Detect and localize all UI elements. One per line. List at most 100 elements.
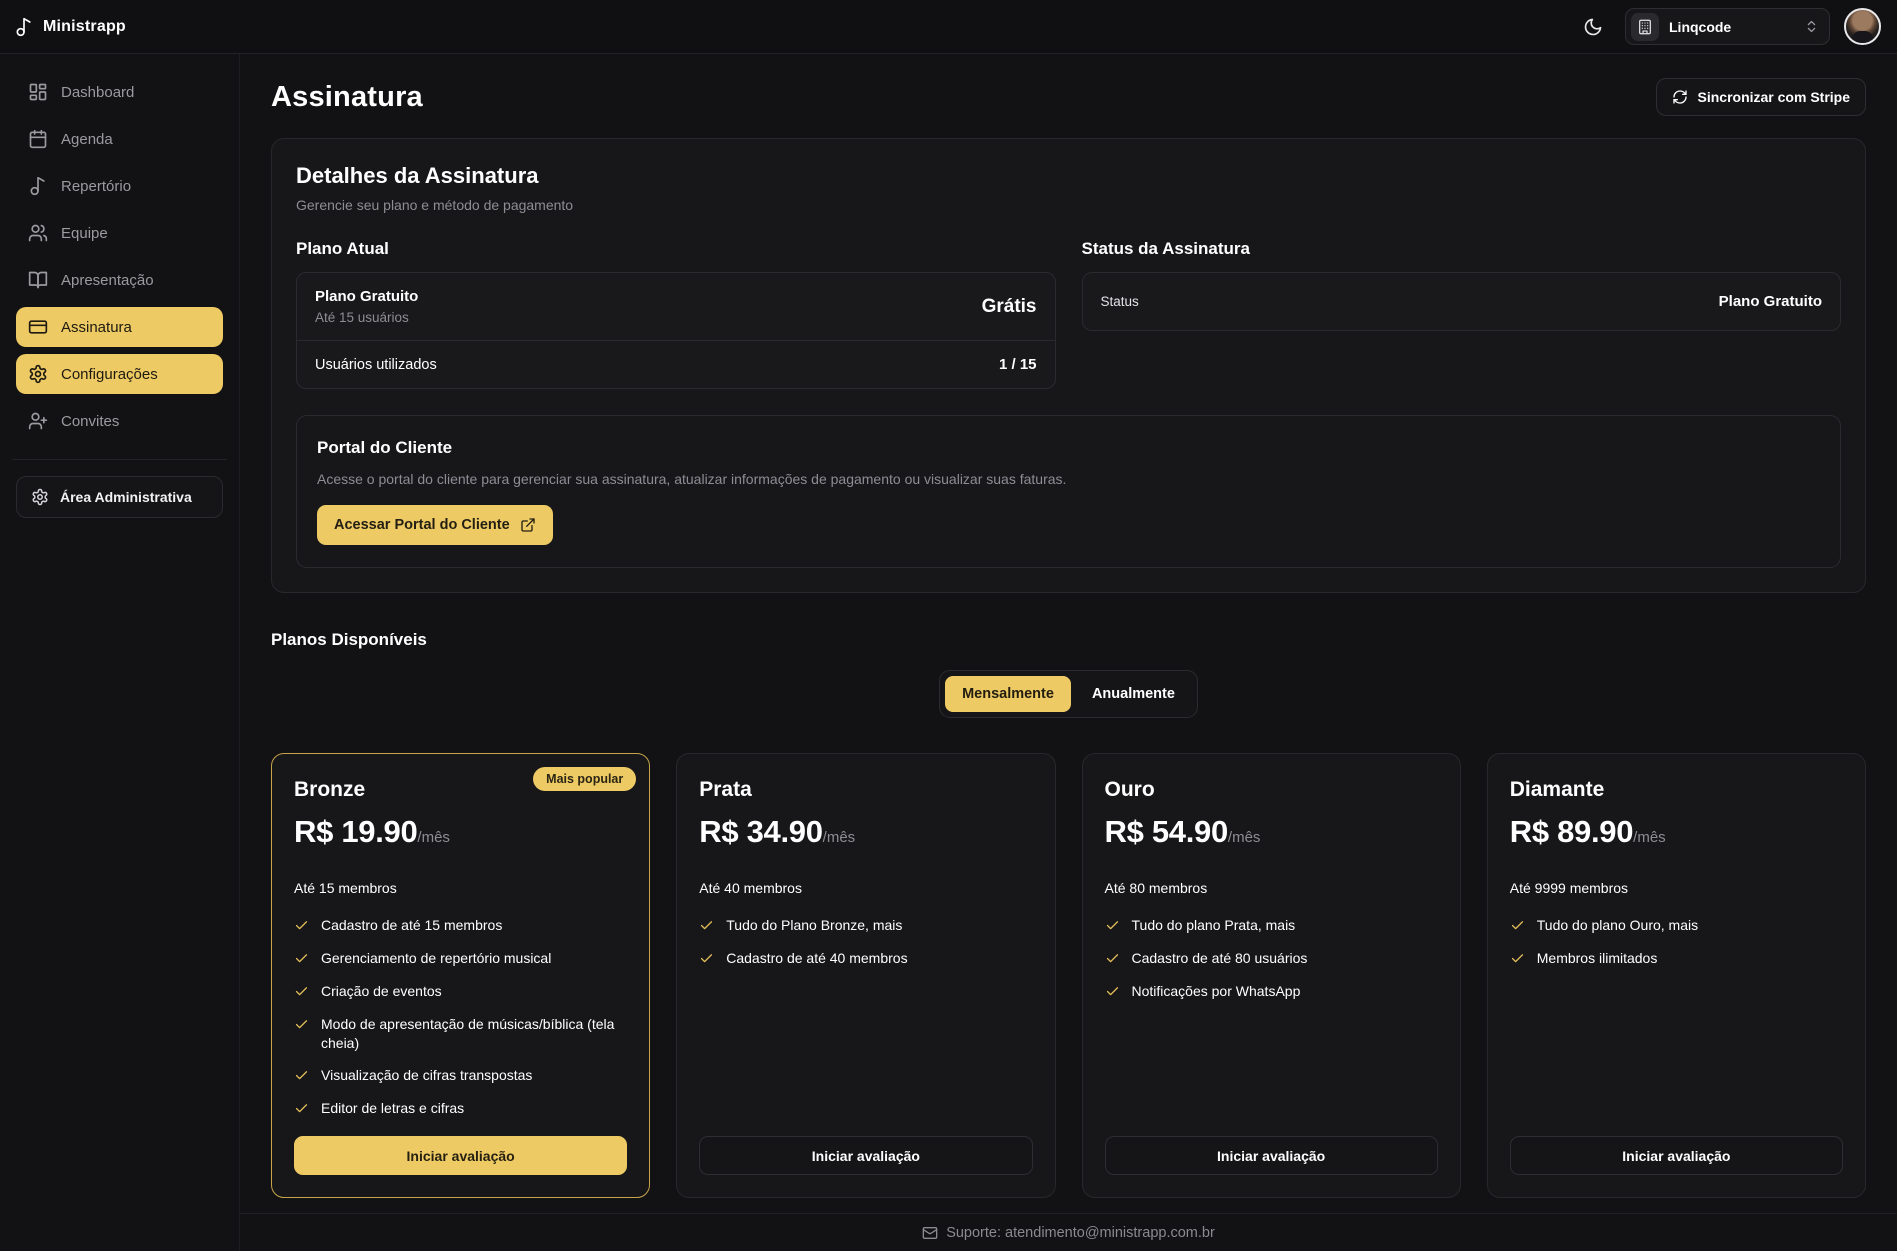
organization-name: Linqcode — [1669, 19, 1794, 35]
music-note-icon — [28, 176, 48, 196]
subscription-details-card: Detalhes da Assinatura Gerencie seu plan… — [271, 138, 1866, 593]
feature-item: Gerenciamento de repertório musical — [294, 949, 627, 968]
toggle-monthly-button[interactable]: Mensalmente — [945, 676, 1071, 712]
status-value: Plano Gratuito — [1719, 293, 1822, 310]
plan-period: /mês — [417, 829, 450, 846]
main-content: Assinatura Sincronizar com Stripe Detalh… — [240, 54, 1897, 1213]
gear-icon — [31, 488, 49, 506]
sidebar-item-agenda[interactable]: Agenda — [16, 119, 223, 159]
sidebar-item-label: Agenda — [61, 131, 113, 148]
plan-name: Diamante — [1510, 778, 1843, 802]
toggle-yearly-button[interactable]: Anualmente — [1075, 676, 1192, 712]
sidebar-item-equipe[interactable]: Equipe — [16, 213, 223, 253]
sidebar-item-dashboard[interactable]: Dashboard — [16, 72, 223, 112]
check-icon — [294, 1017, 309, 1032]
start-trial-button-bronze[interactable]: Iniciar avaliação — [294, 1136, 627, 1175]
theme-toggle-button[interactable] — [1575, 9, 1611, 45]
topbar: Ministrapp Linqcode — [0, 0, 1897, 54]
current-plan-box: Plano Gratuito Até 15 usuários Grátis Us… — [296, 272, 1056, 389]
app-logo: Ministrapp — [14, 17, 126, 37]
check-icon — [699, 918, 714, 933]
feature-list: Tudo do plano Ouro, mais Membros ilimita… — [1510, 916, 1843, 1118]
sidebar-item-label: Configurações — [61, 366, 158, 383]
start-trial-button-ouro[interactable]: Iniciar avaliação — [1105, 1136, 1438, 1175]
building-icon — [1631, 13, 1659, 41]
mail-icon — [922, 1225, 938, 1241]
sidebar-item-assinatura[interactable]: Assinatura — [16, 307, 223, 347]
portal-description: Acesse o portal do cliente para gerencia… — [317, 471, 1820, 487]
feature-list: Tudo do plano Prata, mais Cadastro de at… — [1105, 916, 1438, 1118]
app-name: Ministrapp — [43, 18, 126, 36]
sidebar-item-convites[interactable]: Convites — [16, 401, 223, 441]
feature-list: Tudo do Plano Bronze, mais Cadastro de a… — [699, 916, 1032, 1118]
status-label: Status — [1101, 294, 1139, 309]
organization-selector[interactable]: Linqcode — [1625, 8, 1830, 45]
plan-card-ouro: Ouro R$ 54.90 /mês Até 80 membros Tudo d… — [1082, 753, 1461, 1198]
plan-period: /mês — [823, 829, 856, 846]
support-text: Suporte: atendimento@ministrapp.com.br — [946, 1225, 1215, 1241]
portal-title: Portal do Cliente — [317, 438, 1820, 458]
current-plan-name: Plano Gratuito — [315, 288, 418, 305]
billing-period-toggle: Mensalmente Anualmente — [939, 670, 1198, 718]
admin-area-button[interactable]: Área Administrativa — [16, 476, 223, 518]
feature-item: Editor de letras e cifras — [294, 1099, 627, 1118]
sidebar: Dashboard Agenda Repertório Equipe Apres… — [0, 54, 240, 1251]
moon-icon — [1583, 17, 1603, 37]
usage-value: 1 / 15 — [999, 356, 1037, 373]
calendar-icon — [28, 129, 48, 149]
feature-item: Notificações por WhatsApp — [1105, 982, 1438, 1001]
current-plan-price: Grátis — [982, 296, 1037, 318]
check-icon — [1105, 984, 1120, 999]
sidebar-item-label: Convites — [61, 413, 119, 430]
subscription-status-section: Status da Assinatura Status Plano Gratui… — [1082, 239, 1842, 389]
dashboard-icon — [28, 82, 48, 102]
check-icon — [1105, 918, 1120, 933]
footer: Suporte: atendimento@ministrapp.com.br — [240, 1213, 1897, 1251]
feature-item: Membros ilimitados — [1510, 949, 1843, 968]
customer-portal-section: Portal do Cliente Acesse o portal do cli… — [296, 415, 1841, 568]
details-card-title: Detalhes da Assinatura — [296, 163, 1841, 189]
plan-price: R$ 34.90 — [699, 814, 822, 850]
start-trial-button-prata[interactable]: Iniciar avaliação — [699, 1136, 1032, 1175]
plan-price: R$ 89.90 — [1510, 814, 1633, 850]
feature-item: Tudo do plano Ouro, mais — [1510, 916, 1843, 935]
plan-members: Até 9999 membros — [1510, 880, 1843, 896]
gear-icon — [28, 364, 48, 384]
plan-period: /mês — [1633, 829, 1666, 846]
status-section-title: Status da Assinatura — [1082, 239, 1842, 259]
sidebar-item-configuracoes[interactable]: Configurações — [16, 354, 223, 394]
available-plans-title: Planos Disponíveis — [271, 630, 1866, 650]
plan-card-bronze: Mais popular Bronze R$ 19.90 /mês Até 15… — [271, 753, 650, 1198]
access-portal-button[interactable]: Acessar Portal do Cliente — [317, 505, 553, 545]
check-icon — [294, 951, 309, 966]
user-plus-icon — [28, 411, 48, 431]
sidebar-item-apresentacao[interactable]: Apresentação — [16, 260, 223, 300]
check-icon — [1510, 918, 1525, 933]
admin-area-label: Área Administrativa — [60, 489, 192, 505]
check-icon — [1105, 951, 1120, 966]
sidebar-item-repertorio[interactable]: Repertório — [16, 166, 223, 206]
refresh-icon — [1672, 89, 1688, 105]
plan-price: R$ 19.90 — [294, 814, 417, 850]
check-icon — [1510, 951, 1525, 966]
users-icon — [28, 223, 48, 243]
feature-item: Tudo do plano Prata, mais — [1105, 916, 1438, 935]
feature-item: Cadastro de até 80 usuários — [1105, 949, 1438, 968]
plan-members: Até 40 membros — [699, 880, 1032, 896]
user-avatar[interactable] — [1844, 8, 1881, 45]
plan-card-diamante: Diamante R$ 89.90 /mês Até 9999 membros … — [1487, 753, 1866, 1198]
plan-name: Prata — [699, 778, 1032, 802]
chevrons-up-down-icon — [1804, 19, 1819, 34]
check-icon — [294, 918, 309, 933]
feature-list: Cadastro de até 15 membros Gerenciamento… — [294, 916, 627, 1118]
credit-card-icon — [28, 317, 48, 337]
check-icon — [699, 951, 714, 966]
usage-label: Usuários utilizados — [315, 357, 437, 373]
check-icon — [294, 1101, 309, 1116]
sync-stripe-button[interactable]: Sincronizar com Stripe — [1656, 78, 1866, 116]
sidebar-item-label: Repertório — [61, 178, 131, 195]
page-title: Assinatura — [271, 81, 423, 114]
start-trial-button-diamante[interactable]: Iniciar avaliação — [1510, 1136, 1843, 1175]
plan-members: Até 80 membros — [1105, 880, 1438, 896]
sidebar-item-label: Assinatura — [61, 319, 132, 336]
